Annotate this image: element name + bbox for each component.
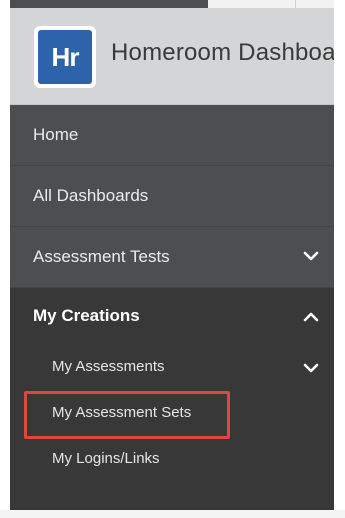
- app-logo[interactable]: Hr: [34, 26, 96, 88]
- app-title: Homeroom Dashboard: [111, 39, 334, 66]
- sidebar-item-label: All Dashboards: [33, 186, 149, 205]
- sidebar-item-label: Assessment Tests: [33, 247, 170, 266]
- sidebar-subitem-label: My Logins/Links: [52, 450, 160, 467]
- sidebar-item-my-creations[interactable]: My Creations: [10, 288, 334, 348]
- sidebar-subitem-my-logins-links[interactable]: My Logins/Links: [10, 440, 334, 480]
- sidebar-subitem-my-assessments[interactable]: My Assessments: [10, 348, 334, 388]
- sidebar-item-all-dashboards[interactable]: All Dashboards: [10, 166, 334, 227]
- sidebar-nav: Home All Dashboards Assessment Tests My …: [10, 105, 334, 510]
- chevron-up-icon[interactable]: [302, 310, 320, 324]
- app-header: Hr Homeroom Dashboard: [10, 8, 334, 105]
- sidebar-subitem-label: My Assessment Sets: [52, 404, 192, 421]
- sidebar-item-home[interactable]: Home: [10, 105, 334, 166]
- sidebar-section-my-creations: My Creations My Assessments My Assessmen…: [10, 288, 334, 510]
- sidebar-item-assessment-tests[interactable]: Assessment Tests: [10, 227, 334, 288]
- section-title: My Creations: [33, 306, 140, 325]
- sidebar-subitem-my-assessment-sets[interactable]: My Assessment Sets: [10, 394, 334, 434]
- chevron-down-icon[interactable]: [302, 361, 320, 375]
- top-bar-divider: [295, 0, 296, 8]
- logo-mark: Hr: [38, 30, 92, 84]
- sidebar-item-label: Home: [33, 125, 79, 144]
- chevron-down-icon[interactable]: [302, 249, 320, 263]
- sidebar-subitem-label: My Assessments: [52, 358, 165, 375]
- app-frame: Hr Homeroom Dashboard Home All Dashboard…: [10, 0, 334, 510]
- top-bar-fragment: [208, 0, 334, 8]
- bottom-edge: [0, 510, 345, 518]
